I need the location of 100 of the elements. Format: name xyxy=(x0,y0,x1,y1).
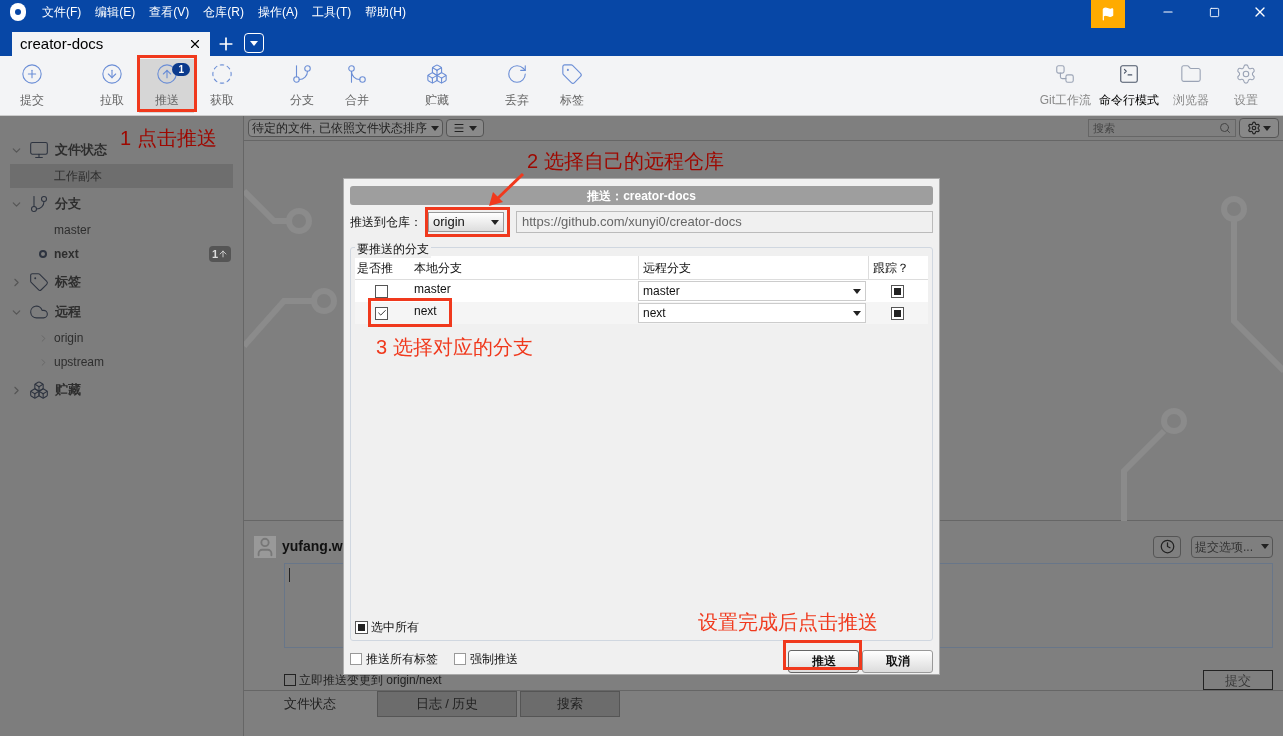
rotate-icon xyxy=(505,62,528,85)
bottom-tab[interactable]: 文件状态 xyxy=(246,691,374,717)
repo-label: 推送到仓库： xyxy=(350,214,422,231)
list-icon xyxy=(452,122,465,134)
repo-tab[interactable]: creator-docs xyxy=(12,32,210,56)
commit-options-dropdown[interactable]: 提交选项... xyxy=(1191,535,1273,558)
highlight-frame xyxy=(137,55,197,112)
caret-icon xyxy=(430,125,439,131)
toolbar-button[interactable]: 推送 1 xyxy=(139,58,194,113)
ahead-badge: 1 xyxy=(208,245,231,263)
sidebar-section[interactable]: 标签 xyxy=(10,268,81,296)
down-arrow-circle-icon xyxy=(100,62,123,85)
menu-item[interactable]: 仓库(R) xyxy=(203,3,244,21)
menu-item[interactable]: 工具(T) xyxy=(312,3,352,21)
sidebar-section[interactable]: 文件状态 xyxy=(10,136,107,164)
local-branch: next xyxy=(413,303,438,320)
toolbar-button[interactable]: 拉取 xyxy=(84,58,139,113)
branch-icon xyxy=(290,62,313,85)
toolbar-button[interactable]: 提交 xyxy=(4,58,59,113)
toolbar-button[interactable]: 分支 xyxy=(274,58,329,113)
merge-icon xyxy=(345,62,368,85)
push-checkbox[interactable] xyxy=(375,306,388,320)
flag-icon xyxy=(1101,7,1115,21)
annotation-text: 3 选择对应的分支 xyxy=(376,337,533,357)
dialog-title: 推送：creator-docs xyxy=(350,186,933,205)
sidebar-section[interactable]: 贮藏 xyxy=(10,376,81,404)
branch-icon xyxy=(29,194,49,214)
dashed-circle-icon xyxy=(210,62,233,85)
clock-icon xyxy=(1159,539,1175,555)
push-now-label: 立即推送变更到 origin/next xyxy=(299,672,442,689)
toolbar-button[interactable]: 获取 xyxy=(194,58,249,113)
settings-dropdown[interactable] xyxy=(1239,118,1279,138)
terminal-icon xyxy=(1118,62,1140,85)
up-arrow-circle-icon xyxy=(155,62,178,85)
column-header: 本地分支 xyxy=(413,259,463,277)
sidebar-item[interactable]: master xyxy=(10,218,233,242)
dialog-button[interactable]: 取消 xyxy=(862,649,933,673)
caret-icon xyxy=(468,125,477,131)
repo-dropdown[interactable]: origin xyxy=(428,212,504,232)
menu-item[interactable]: 编辑(E) xyxy=(95,3,136,21)
annotation-text: 2 选择自己的远程仓库 xyxy=(527,151,724,171)
group-legend: 要推送的分支 xyxy=(355,240,431,258)
column-header: 跟踪？ xyxy=(868,256,928,279)
annotation-text: 1 点击推送 xyxy=(120,128,217,148)
column-header: 是否推 xyxy=(356,259,394,277)
sidebar-item[interactable]: upstream xyxy=(10,350,233,374)
sidebar-item[interactable]: next 1 xyxy=(10,242,233,266)
toolbar-button[interactable]: 丢弃 xyxy=(489,58,544,113)
toolbar-button[interactable]: 标签 xyxy=(544,58,599,113)
push-checkbox[interactable] xyxy=(375,284,388,298)
count-badge: 1 xyxy=(172,62,190,76)
option-checkbox[interactable] xyxy=(350,653,362,665)
caret-icon xyxy=(250,40,258,46)
monitor-icon xyxy=(29,140,49,160)
toolbar-button[interactable]: 命令行模式 xyxy=(1095,58,1163,113)
search-icon xyxy=(1219,122,1231,134)
column-header: 远程分支 xyxy=(638,256,868,279)
history-button[interactable] xyxy=(1153,535,1181,558)
settings-icon xyxy=(1247,121,1261,135)
menu-item[interactable]: 查看(V) xyxy=(149,3,190,21)
tab-list-button[interactable] xyxy=(244,33,264,53)
toolbar-button[interactable]: 合并 xyxy=(329,58,384,113)
option-label: 强制推送 xyxy=(470,651,518,668)
toolbar-button[interactable]: 贮藏 xyxy=(409,58,464,113)
caret-icon xyxy=(1261,544,1269,550)
up-arrow-icon xyxy=(218,249,228,259)
menu-item[interactable]: 帮助(H) xyxy=(365,3,406,21)
push-now-checkbox[interactable] xyxy=(284,674,296,686)
select-all-label: 选中所有 xyxy=(371,619,419,636)
view-dropdown[interactable] xyxy=(445,119,484,137)
menu-item[interactable]: 操作(A) xyxy=(258,3,298,21)
caret-icon xyxy=(853,310,861,316)
app-logo-icon xyxy=(10,3,26,21)
tag-icon xyxy=(560,62,583,85)
repo-url-field[interactable]: https://github.com/xunyi0/creator-docs xyxy=(516,211,933,233)
track-checkbox[interactable] xyxy=(890,284,904,298)
bottom-tab[interactable]: 日志 / 历史 xyxy=(377,691,517,717)
tag-icon xyxy=(29,272,49,292)
flow-icon xyxy=(1054,62,1077,85)
sort-dropdown[interactable]: 待定的文件, 已依照文件状态排序 xyxy=(248,119,443,137)
caret-icon xyxy=(491,219,499,225)
author-name: yufang.w xyxy=(282,537,343,557)
remote-branch-dropdown[interactable]: master xyxy=(638,281,866,301)
annotation-text: 设置完成后点击推送 xyxy=(698,612,878,632)
sidebar-section[interactable]: 分支 xyxy=(10,190,81,218)
sidebar-section[interactable]: 远程 xyxy=(10,298,81,326)
sidebar-item[interactable]: origin xyxy=(10,326,233,350)
annotation-arrow xyxy=(487,172,525,208)
option-checkbox[interactable] xyxy=(454,653,466,665)
close-icon[interactable] xyxy=(188,37,202,51)
menu-item[interactable]: 文件(F) xyxy=(42,3,82,21)
avatar-icon xyxy=(254,535,276,558)
select-all-checkbox[interactable] xyxy=(355,620,368,634)
caret-icon xyxy=(1263,125,1271,131)
bottom-tab[interactable]: 搜索 xyxy=(520,691,620,717)
remote-branch-dropdown[interactable]: next xyxy=(638,303,866,323)
commit-button[interactable]: 提交 xyxy=(1203,670,1273,690)
track-checkbox[interactable] xyxy=(890,306,904,320)
boxes-icon xyxy=(29,380,49,400)
settings-icon xyxy=(1234,62,1257,85)
